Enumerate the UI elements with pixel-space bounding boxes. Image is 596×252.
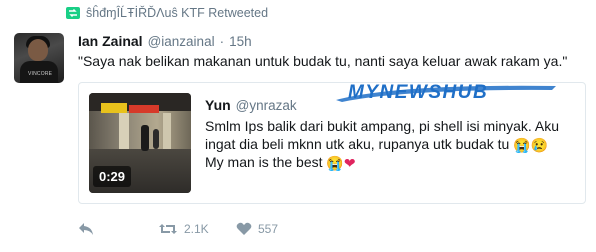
- retweet-icon: [66, 7, 80, 19]
- tweet-timestamp[interactable]: 15h: [229, 34, 252, 49]
- watermark-text: MYNEWSHUB: [348, 82, 488, 103]
- like-button[interactable]: 557: [236, 222, 316, 236]
- quoted-tweet-text: Smlm Ips balik dari bukit ampang, pi she…: [205, 117, 580, 171]
- quoted-header: Yun @ynrazak: [205, 97, 297, 113]
- crying-emoji: 😢: [530, 137, 549, 153]
- author-handle[interactable]: @ianzainal: [148, 34, 215, 49]
- tweet-text: "Saya nak belikan makanan untuk budak tu…: [78, 53, 568, 69]
- tweet-header: Ian Zainal @ianzainal · 15h: [78, 33, 252, 49]
- watermark-logo: MYNEWSHUB: [336, 80, 558, 106]
- sob-emoji: 😭: [513, 137, 531, 153]
- heart-emoji: ❤: [343, 155, 356, 171]
- reply-icon: [78, 222, 94, 236]
- avatar[interactable]: VINCORE: [14, 33, 64, 83]
- separator-dot: ·: [219, 34, 225, 49]
- retweet-icon: [158, 222, 178, 236]
- retweet-button[interactable]: 2.1K: [158, 222, 236, 236]
- retweeter-label[interactable]: ŝĥđɱÎĹŦİŘĎΛuŝ KTF Retweeted: [86, 6, 268, 20]
- quoted-text-line-2-text: ingat dia beli mknn utk aku, rupanya utk…: [205, 136, 510, 152]
- quoted-text-line-3: My man is the best 😭❤: [205, 153, 580, 171]
- quoted-author-handle[interactable]: @ynrazak: [236, 98, 297, 113]
- heart-icon: [236, 222, 252, 236]
- retweet-count: 2.1K: [184, 222, 209, 236]
- reply-button[interactable]: [78, 222, 158, 236]
- like-count: 557: [258, 222, 279, 236]
- quoted-text-line-1: Smlm Ips balik dari bukit ampang, pi she…: [205, 118, 560, 134]
- sob-emoji: 😭: [326, 155, 344, 171]
- author-name[interactable]: Ian Zainal: [78, 33, 143, 49]
- video-duration: 0:29: [93, 166, 132, 187]
- quoted-text-line-3-text: My man is the best: [205, 154, 323, 170]
- avatar-shirt-text: VINCORE: [28, 71, 53, 77]
- quoted-text-line-2: ingat dia beli mknn utk aku, rupanya utk…: [205, 135, 580, 153]
- retweet-context[interactable]: ŝĥđɱÎĹŦİŘĎΛuŝ KTF Retweeted: [66, 6, 268, 20]
- quoted-author-name[interactable]: Yun: [205, 97, 231, 113]
- video-thumbnail[interactable]: 0:29: [89, 93, 191, 193]
- tweet-actions: 2.1K 557: [78, 222, 316, 236]
